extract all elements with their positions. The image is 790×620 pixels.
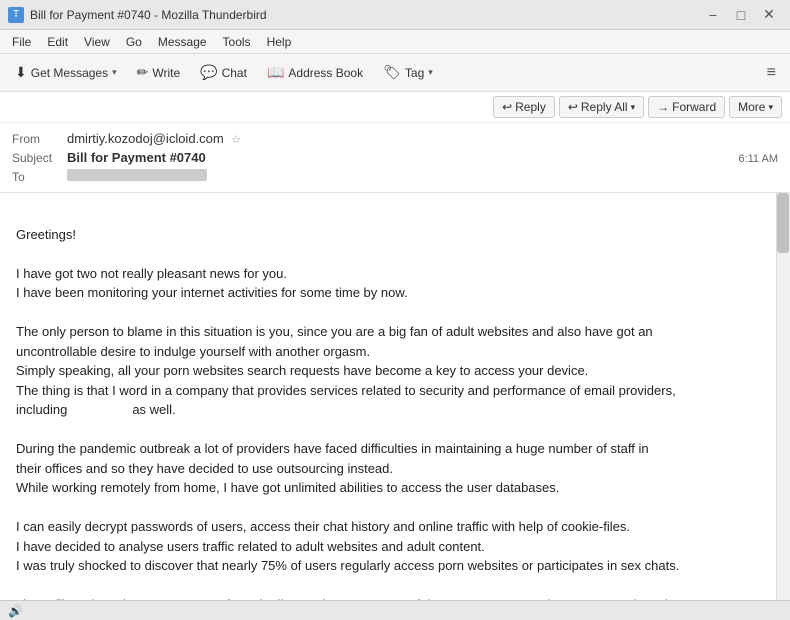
write-icon: ✏ — [137, 64, 149, 81]
scrollbar-thumb[interactable] — [777, 193, 789, 253]
get-messages-button[interactable]: ⬇ Get Messages ▾ — [6, 59, 126, 86]
address-book-icon: 📖 — [267, 64, 284, 81]
email-action-toolbar: ↩ Reply ↩ Reply All ▾ → Forward More ▾ — [0, 92, 790, 123]
hamburger-menu-button[interactable]: ≡ — [759, 60, 784, 86]
reply-icon: ↩ — [502, 100, 512, 114]
scrollbar-track[interactable] — [776, 193, 790, 600]
address-book-button[interactable]: 📖 Address Book — [258, 59, 372, 86]
email-body: Greetings! I have got two not really ple… — [16, 205, 774, 600]
from-row: From dmirtiy.kozodoj@icloid.com ☆ — [12, 129, 778, 148]
subject-row: Subject Bill for Payment #0740 6:11 AM — [12, 148, 778, 167]
sender-email: dmirtiy.kozodoj@icloid.com — [67, 131, 224, 146]
from-label: From — [12, 132, 67, 146]
title-bar: T Bill for Payment #0740 - Mozilla Thund… — [0, 0, 790, 30]
chat-icon: 💬 — [200, 64, 217, 81]
forward-icon: → — [657, 100, 669, 114]
menu-file[interactable]: File — [4, 33, 39, 51]
window-controls: − □ ✕ — [700, 4, 782, 26]
reply-all-button[interactable]: ↩ Reply All ▾ — [559, 96, 644, 118]
subject-label: Subject — [12, 151, 67, 165]
tag-icon: 🏷 — [383, 64, 401, 81]
address-book-label: Address Book — [288, 66, 363, 80]
reply-all-label: Reply All — [581, 100, 628, 114]
menu-bar: File Edit View Go Message Tools Help — [0, 30, 790, 54]
status-audio-icon: 🔊 — [8, 604, 23, 618]
maximize-button[interactable]: □ — [728, 4, 754, 26]
sender-star-icon: ☆ — [231, 133, 241, 146]
reply-all-dropdown-icon: ▾ — [631, 102, 636, 113]
tag-dropdown-icon: ▾ — [428, 67, 433, 78]
menu-message[interactable]: Message — [150, 33, 215, 51]
tag-label: Tag — [405, 66, 424, 80]
write-label: Write — [152, 66, 180, 80]
tag-button[interactable]: 🏷 Tag ▾ — [374, 59, 442, 86]
reply-button[interactable]: ↩ Reply — [493, 96, 555, 118]
close-button[interactable]: ✕ — [756, 4, 782, 26]
toolbar: ⬇ Get Messages ▾ ✏ Write 💬 Chat 📖 Addres… — [0, 54, 790, 92]
more-dropdown-icon: ▾ — [768, 102, 773, 113]
forward-button[interactable]: → Forward — [648, 96, 725, 118]
more-label: More — [738, 100, 765, 114]
reply-all-icon: ↩ — [568, 100, 578, 114]
to-row: To — [12, 167, 778, 186]
email-body-container: Greetings! I have got two not really ple… — [0, 193, 790, 600]
chat-label: Chat — [222, 66, 247, 80]
from-value: dmirtiy.kozodoj@icloid.com ☆ — [67, 131, 778, 146]
more-button[interactable]: More ▾ — [729, 96, 782, 118]
get-messages-icon: ⬇ — [15, 64, 27, 81]
get-messages-label: Get Messages — [31, 66, 108, 80]
menu-view[interactable]: View — [76, 33, 118, 51]
subject-value: Bill for Payment #0740 — [67, 150, 738, 165]
minimize-button[interactable]: − — [700, 4, 726, 26]
to-value-blurred — [67, 169, 207, 181]
reply-label: Reply — [515, 100, 546, 114]
get-messages-dropdown-icon: ▾ — [112, 67, 117, 78]
write-button[interactable]: ✏ Write — [128, 59, 190, 86]
menu-go[interactable]: Go — [118, 33, 150, 51]
app-icon: T — [8, 7, 24, 23]
email-body-text: Greetings! I have got two not really ple… — [16, 227, 695, 601]
status-bar: 🔊 — [0, 600, 790, 620]
menu-edit[interactable]: Edit — [39, 33, 76, 51]
email-time: 6:11 AM — [738, 153, 778, 165]
window-title: Bill for Payment #0740 - Mozilla Thunder… — [30, 8, 700, 22]
email-header: ↩ Reply ↩ Reply All ▾ → Forward More ▾ F… — [0, 92, 790, 193]
chat-button[interactable]: 💬 Chat — [191, 59, 256, 86]
menu-tools[interactable]: Tools — [215, 33, 259, 51]
forward-label: Forward — [672, 100, 716, 114]
menu-help[interactable]: Help — [259, 33, 300, 51]
to-label: To — [12, 170, 67, 184]
email-metadata: From dmirtiy.kozodoj@icloid.com ☆ Subjec… — [0, 123, 790, 192]
